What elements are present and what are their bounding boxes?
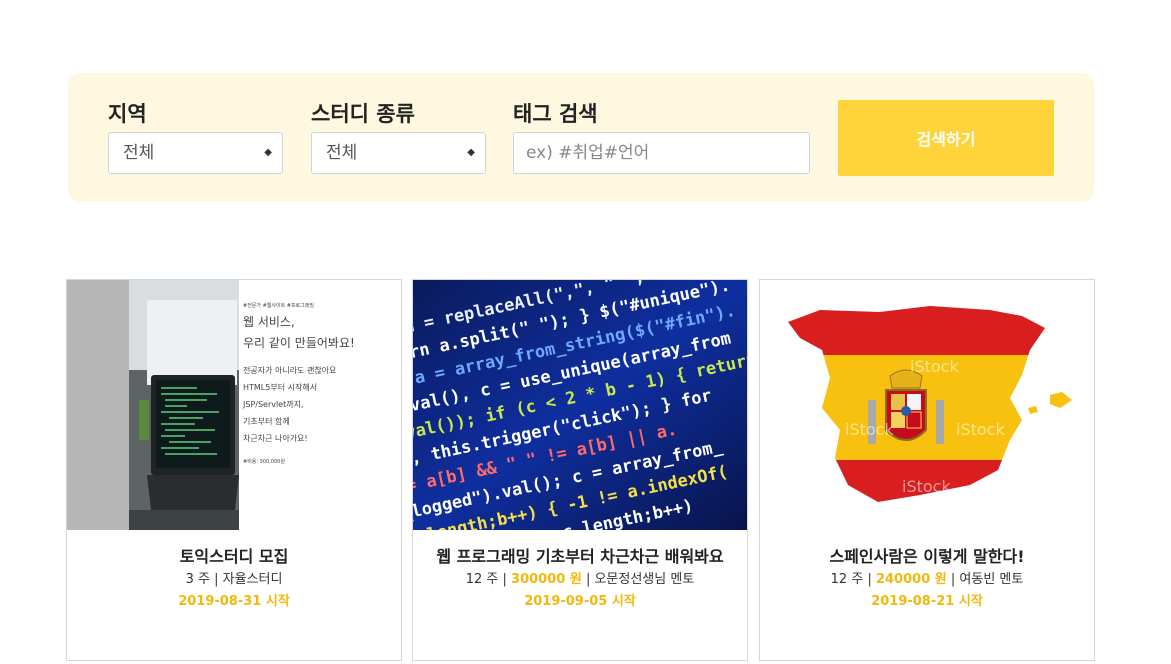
istock-watermark: iStock: [902, 477, 951, 496]
region-label: 지역: [108, 102, 147, 126]
meta-separator: |: [585, 572, 591, 587]
type-select[interactable]: 전체 ◆: [311, 132, 486, 174]
type-field: 스터디 종류 전체 ◆: [311, 99, 486, 174]
tag-search-input[interactable]: ex) #취업#언어: [513, 132, 810, 174]
istock-watermark: iStock: [910, 357, 959, 376]
meta-separator: |: [950, 572, 956, 587]
study-card[interactable]: iStock iStock iStock iStock 스페인사람은 이렇게 말…: [759, 279, 1095, 661]
study-card-body: 웹 프로그래밍 기초부터 차근차근 배워봐요 12 주 | 300000 원 |…: [413, 530, 747, 613]
meta-separator: |: [214, 572, 219, 587]
study-weeks: 12 주: [465, 572, 499, 587]
study-card[interactable]: "); a = replaceAll(",", " ", a); a = a.r…: [412, 279, 748, 661]
study-start-date: 2019-08-21 시작: [871, 594, 983, 609]
study-card-image: iStock iStock iStock iStock: [760, 280, 1094, 530]
region-select[interactable]: 전체 ◆: [108, 132, 283, 174]
search-panel: 지역 전체 ◆ 스터디 종류 전체 ◆ 태그 검색 ex) #취업#언어 검색하…: [68, 73, 1094, 202]
region-select-value: 전체: [123, 143, 155, 163]
study-card-body: 토익스터디 모집 3 주 | 자율스터디 2019-08-31 시작: [67, 530, 401, 613]
study-weeks: 3 주: [185, 572, 210, 587]
study-card-image: "); a = replaceAll(",", " ", a); a = a.r…: [413, 280, 747, 530]
study-card-meta: 12 주 | 300000 원 | 오문정선생님 멘토: [413, 569, 747, 591]
meta-separator: |: [502, 572, 507, 587]
study-card[interactable]: #전문가 #웹사이트 #프로그래밍 웹 서비스, 우리 같이 만들어봐요! 전공…: [66, 279, 402, 661]
region-field: 지역 전체 ◆: [108, 99, 283, 174]
study-card-image: #전문가 #웹사이트 #프로그래밍 웹 서비스, 우리 같이 만들어봐요! 전공…: [67, 280, 401, 530]
study-price: 300000 원: [511, 572, 582, 587]
study-card-image-text: #전문가 #웹사이트 #프로그래밍 웹 서비스, 우리 같이 만들어봐요! 전공…: [243, 303, 355, 465]
code-photo-image: "); a = replaceAll(",", " ", a); a = a.r…: [413, 280, 747, 530]
type-select-value: 전체: [326, 143, 358, 163]
tag-label: 태그 검색: [513, 102, 598, 126]
istock-watermark: iStock: [845, 420, 894, 439]
study-leader: 자율스터디: [222, 572, 283, 587]
study-card-title[interactable]: 토익스터디 모집: [67, 544, 401, 569]
select-caret-icon: ◆: [264, 147, 272, 158]
study-leader: 오문정선생님 멘토: [594, 572, 695, 587]
type-label: 스터디 종류: [311, 102, 415, 126]
study-card-meta: 12 주 | 240000 원 | 여동빈 멘토: [760, 569, 1094, 591]
spain-flag-map-image: iStock iStock iStock iStock: [760, 280, 1094, 530]
istock-watermark: iStock: [956, 420, 1005, 439]
tag-field: 태그 검색 ex) #취업#언어: [513, 99, 810, 174]
search-button[interactable]: 검색하기: [838, 100, 1054, 176]
study-start-date: 2019-08-31 시작: [178, 594, 290, 609]
study-card-title[interactable]: 웹 프로그래밍 기초부터 차근차근 배워봐요: [413, 544, 747, 569]
study-start-date: 2019-09-05 시작: [524, 594, 636, 609]
study-card-meta: 3 주 | 자율스터디: [67, 569, 401, 591]
select-caret-icon: ◆: [467, 147, 475, 158]
study-leader: 여동빈 멘토: [959, 572, 1024, 587]
meta-separator: |: [867, 572, 872, 587]
study-weeks: 12 주: [830, 572, 864, 587]
study-card-body: 스페인사람은 이렇게 말한다! 12 주 | 240000 원 | 여동빈 멘토…: [760, 530, 1094, 613]
study-price: 240000 원: [875, 572, 947, 587]
study-card-title[interactable]: 스페인사람은 이렇게 말한다!: [760, 544, 1094, 569]
